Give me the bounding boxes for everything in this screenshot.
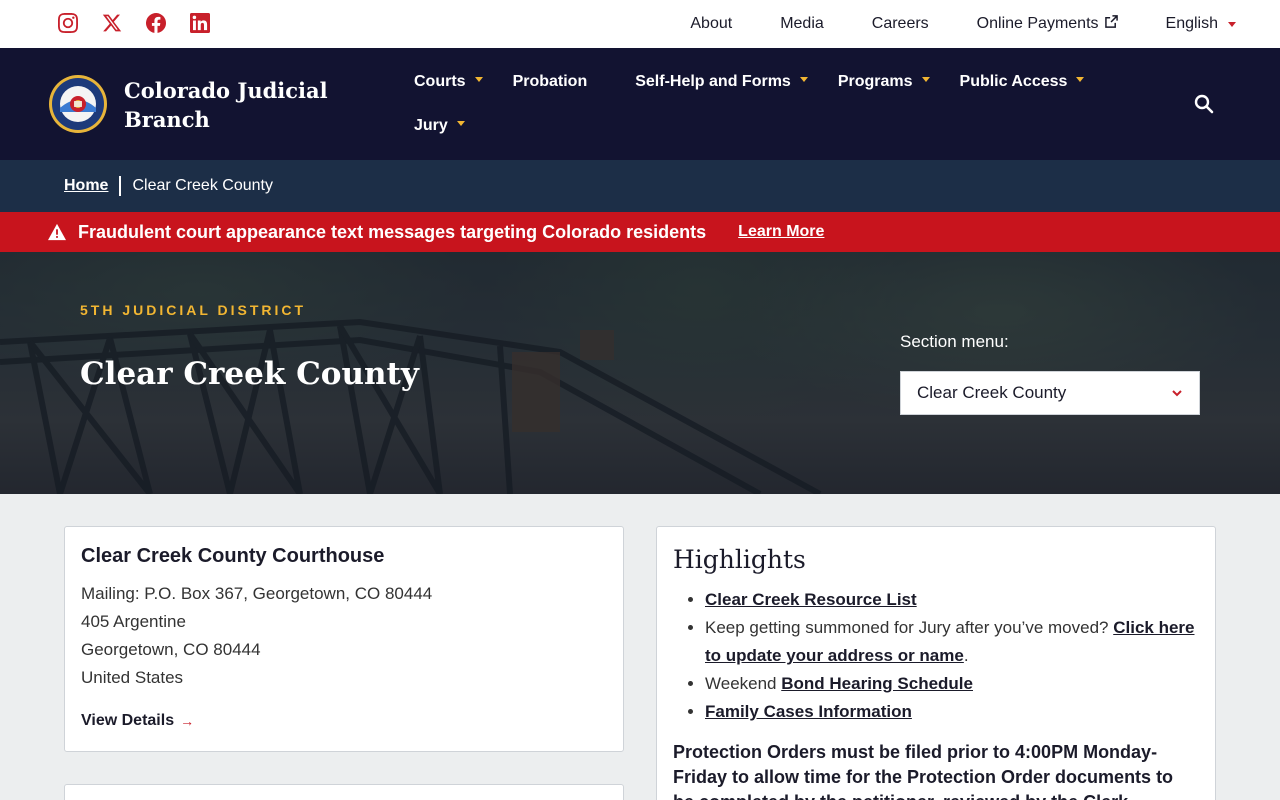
nav-about[interactable]: About	[690, 15, 732, 33]
nav-courts-label: Courts	[414, 73, 466, 90]
chevron-down-icon	[1172, 390, 1182, 397]
caret-down-icon	[1076, 76, 1085, 82]
list-item: Weekend Bond Hearing Schedule	[705, 670, 1199, 698]
bond-hearing-link[interactable]: Bond Hearing Schedule	[781, 674, 973, 693]
breadcrumb-separator	[119, 176, 122, 196]
nav-courts[interactable]: Courts	[414, 73, 483, 91]
nav-jury-label: Jury	[414, 117, 448, 134]
colorado-courts-seal-icon[interactable]	[48, 74, 108, 134]
view-details-link[interactable]: View Details →	[81, 712, 194, 730]
external-link-icon	[1104, 15, 1118, 33]
breadcrumb-current: Clear Creek County	[132, 177, 273, 194]
courthouse-card: Clear Creek County Courthouse Mailing: P…	[64, 526, 624, 752]
courthouse-city: Georgetown, CO 80444	[81, 640, 261, 659]
highlights-title: Highlights	[673, 545, 806, 574]
nav-programs[interactable]: Programs	[838, 73, 930, 91]
breadcrumb-home[interactable]: Home	[64, 177, 108, 195]
protection-orders-notice: Protection Orders must be filed prior to…	[673, 742, 1174, 800]
caret-down-icon	[1228, 21, 1236, 27]
nav-self-help-label: Self-Help and Forms	[635, 73, 791, 90]
utility-bar: About Media Careers Online Payments Engl…	[0, 0, 1280, 48]
courthouse-country: United States	[81, 668, 184, 687]
second-card	[64, 784, 624, 800]
jury-text-end: .	[963, 646, 969, 665]
warning-icon	[48, 223, 66, 241]
language-label: English	[1165, 15, 1218, 32]
highlights-card: Highlights Clear Creek Resource List Kee…	[656, 526, 1216, 800]
list-item: Clear Creek Resource List	[705, 586, 1199, 614]
alert-banner: Fraudulent court appearance text message…	[0, 212, 1280, 252]
alert-learn-more-link[interactable]: Learn More	[738, 223, 824, 241]
nav-self-help[interactable]: Self-Help and Forms	[635, 73, 808, 91]
main-nav: Courts Probation Self-Help and Forms Pro…	[414, 70, 1134, 158]
instagram-icon[interactable]	[58, 13, 80, 35]
social-links	[58, 13, 212, 35]
view-details-label: View Details	[81, 712, 175, 729]
caret-down-icon	[799, 76, 808, 82]
caret-down-icon	[456, 120, 465, 126]
x-icon[interactable]	[102, 13, 124, 35]
search-icon[interactable]	[1194, 94, 1214, 114]
nav-programs-label: Programs	[837, 73, 913, 90]
courthouse-mailing: Mailing: P.O. Box 367, Georgetown, CO 80…	[81, 584, 433, 603]
nav-probation[interactable]: Probation	[513, 73, 588, 91]
hero-banner: 5TH JUDICIAL DISTRICT Clear Creek County…	[0, 252, 1280, 494]
facebook-icon[interactable]	[146, 13, 168, 35]
nav-public-access[interactable]: Public Access	[960, 73, 1085, 91]
family-cases-link[interactable]: Family Cases Information	[705, 702, 912, 721]
highlights-list: Clear Creek Resource List Keep getting s…	[673, 586, 1199, 726]
breadcrumb: Home Clear Creek County	[0, 160, 1280, 212]
utility-nav: About Media Careers Online Payments Engl…	[690, 0, 1236, 48]
alert-text: Fraudulent court appearance text message…	[78, 221, 707, 242]
nav-online-payments[interactable]: Online Payments	[977, 15, 1118, 33]
online-payments-label: Online Payments	[976, 15, 1099, 32]
site-header: Colorado Judicial Branch Courts Probatio…	[0, 48, 1280, 160]
nav-media[interactable]: Media	[780, 15, 824, 33]
nav-public-access-label: Public Access	[959, 73, 1068, 90]
caret-down-icon	[474, 76, 483, 82]
list-item: Keep getting summoned for Jury after you…	[705, 614, 1199, 670]
nav-careers[interactable]: Careers	[872, 15, 929, 33]
section-menu-value: Clear Creek County	[917, 383, 1067, 402]
nav-jury[interactable]: Jury	[414, 117, 465, 135]
brand-name[interactable]: Colorado Judicial Branch	[124, 76, 344, 134]
courthouse-title: Clear Creek County Courthouse	[81, 545, 385, 567]
resource-list-link[interactable]: Clear Creek Resource List	[705, 590, 917, 609]
section-menu-label: Section menu:	[900, 332, 1009, 351]
nav-probation-label: Probation	[512, 73, 588, 90]
section-menu-select[interactable]: Clear Creek County	[900, 371, 1200, 415]
district-label: 5TH JUDICIAL DISTRICT	[80, 302, 307, 318]
language-selector[interactable]: English	[1166, 15, 1236, 33]
caret-down-icon	[921, 76, 930, 82]
courthouse-street: 405 Argentine	[81, 612, 186, 631]
jury-text: Keep getting summoned for Jury after you…	[705, 618, 1114, 637]
list-item: Family Cases Information	[705, 698, 1199, 726]
linkedin-icon[interactable]	[190, 13, 212, 35]
page-title: Clear Creek County	[80, 356, 419, 392]
arrow-right-icon: →	[180, 713, 195, 729]
weekend-text: Weekend	[705, 674, 782, 693]
